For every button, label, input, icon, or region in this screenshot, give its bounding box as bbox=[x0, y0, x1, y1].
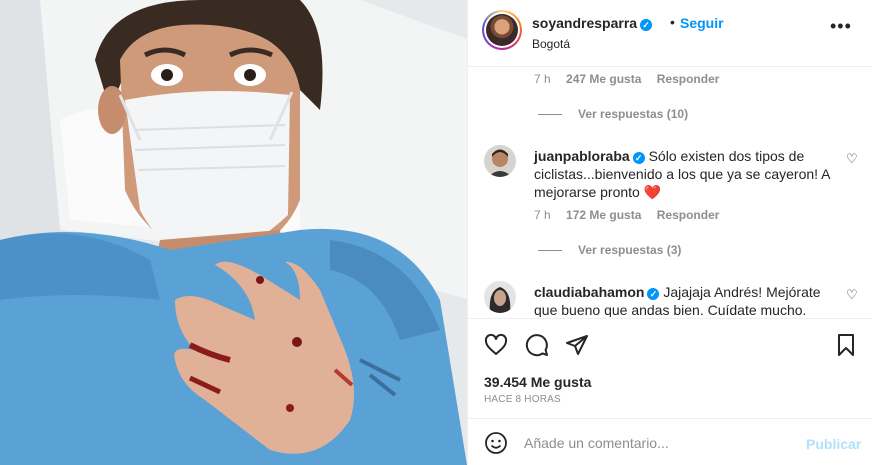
verified-icon: ✓ bbox=[647, 288, 660, 300]
comment-icon[interactable] bbox=[525, 333, 549, 357]
comment-time: 7 h bbox=[534, 208, 551, 222]
follow-button[interactable]: Seguir bbox=[680, 15, 724, 31]
verified-icon: ✓ bbox=[640, 19, 653, 31]
comment-likes[interactable]: 172 Me gusta bbox=[566, 208, 641, 222]
bookmark-icon[interactable] bbox=[834, 333, 858, 357]
more-icon[interactable]: ••• bbox=[830, 16, 852, 37]
post-panel: soyandresparra ✓ • Seguir Bogotá ••• 7 h … bbox=[467, 0, 872, 465]
reply-button[interactable]: Responder bbox=[657, 72, 720, 86]
commenter-avatar[interactable] bbox=[484, 145, 516, 177]
commenter-username[interactable]: claudiabahamon bbox=[534, 284, 644, 300]
replies-line bbox=[538, 250, 562, 252]
commenter-avatar[interactable] bbox=[484, 281, 516, 313]
post-time[interactable]: HACE 8 HORAS bbox=[484, 394, 561, 405]
comment-like-icon[interactable]: ♡ bbox=[846, 287, 858, 303]
heart-emoji: ❤️ bbox=[643, 184, 662, 200]
comment-time: 7 h bbox=[534, 72, 551, 86]
heart-icon[interactable] bbox=[484, 333, 508, 357]
comment-body: juanpabloraba ✓ Sólo existen dos tipos de… bbox=[534, 147, 834, 201]
comment-meta: 7 h 172 Me gusta Responder bbox=[534, 208, 719, 222]
author-avatar[interactable] bbox=[482, 10, 522, 50]
view-replies-button[interactable]: Ver respuestas (3) bbox=[538, 243, 681, 257]
commenter-username[interactable]: juanpabloraba bbox=[534, 148, 630, 164]
comments-list[interactable]: 7 h 247 Me gusta Responder Ver respuesta… bbox=[468, 67, 872, 317]
comment-meta: 7 h 247 Me gusta Responder bbox=[534, 72, 719, 86]
publish-button[interactable]: Publicar bbox=[806, 436, 861, 452]
replies-line bbox=[538, 114, 562, 116]
post-image bbox=[0, 0, 467, 465]
view-replies-label[interactable]: Ver respuestas (10) bbox=[578, 107, 688, 121]
comment-likes[interactable]: 247 Me gusta bbox=[566, 72, 641, 86]
comment-body: claudiabahamon ✓ Jajajaja Andrés! Mejórat… bbox=[534, 283, 834, 317]
view-replies-label[interactable]: Ver respuestas (3) bbox=[578, 243, 681, 257]
comment-input[interactable] bbox=[524, 431, 794, 455]
post-location[interactable]: Bogotá bbox=[532, 37, 570, 51]
verified-icon: ✓ bbox=[632, 152, 645, 164]
author-username[interactable]: soyandresparra ✓ bbox=[532, 15, 653, 31]
share-icon[interactable] bbox=[565, 333, 589, 357]
view-replies-button[interactable]: Ver respuestas (10) bbox=[538, 107, 688, 121]
post-actions: 39.454 Me gusta HACE 8 HORAS bbox=[468, 318, 872, 418]
separator-dot: • bbox=[670, 14, 675, 30]
post-header: soyandresparra ✓ • Seguir Bogotá ••• bbox=[468, 0, 872, 67]
comment-like-icon[interactable]: ♡ bbox=[846, 151, 858, 167]
author-username-text[interactable]: soyandresparra bbox=[532, 15, 637, 31]
likes-count[interactable]: 39.454 Me gusta bbox=[484, 374, 591, 390]
reply-button[interactable]: Responder bbox=[657, 208, 720, 222]
emoji-icon[interactable] bbox=[484, 431, 508, 455]
add-comment-bar: Publicar bbox=[468, 418, 872, 465]
